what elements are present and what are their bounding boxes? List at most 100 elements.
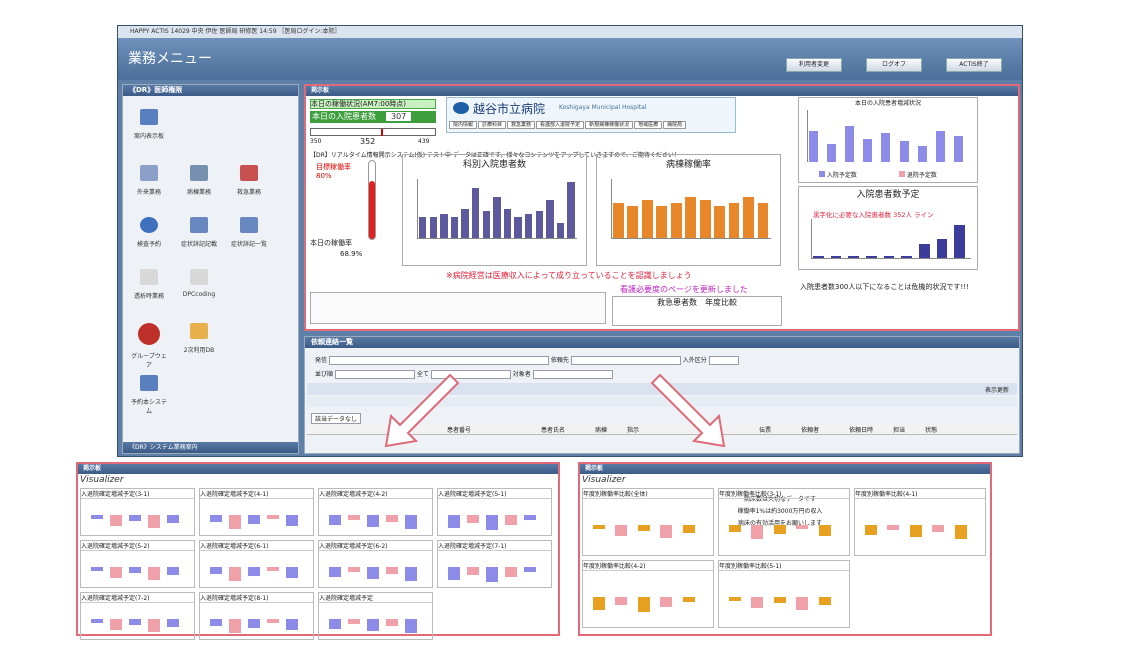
mini-bar xyxy=(486,567,498,582)
mini-chart: 入退院確定増減予定 xyxy=(318,592,433,640)
mini-bar xyxy=(448,567,460,580)
chart-bar xyxy=(899,141,909,162)
menu-item-outpatient[interactable]: 外来業務 xyxy=(129,165,169,196)
menu-item-ward[interactable]: 病棟業務 xyxy=(179,165,219,196)
inout-select[interactable] xyxy=(708,356,739,365)
mini-chart-title: 年度別稼働率比較(3-1) xyxy=(719,489,849,499)
exit-button[interactable]: ACTIS終了 xyxy=(946,58,1002,72)
no-data-tab[interactable]: 該当データなし xyxy=(311,413,362,424)
chart-bar xyxy=(450,217,459,238)
chart-bar xyxy=(881,133,891,162)
target-select[interactable] xyxy=(570,356,681,365)
pencil-list-icon xyxy=(240,217,258,233)
mini-bar xyxy=(167,515,179,523)
hospital-banner: 越谷市立病院 Koshigaya Municipal Hospital 院内情報… xyxy=(446,97,736,133)
mini-bar xyxy=(796,597,809,610)
mini-bar xyxy=(248,515,260,524)
change-user-button[interactable]: 利用者変更 xyxy=(786,58,842,72)
mini-bar xyxy=(637,525,650,531)
mini-bar xyxy=(593,597,605,610)
mini-bar xyxy=(267,619,279,623)
er-chart: 救急患者数 年度比較 xyxy=(612,296,782,326)
mini-bar xyxy=(348,619,360,624)
chart-bar xyxy=(809,130,819,162)
menu-item-emergency[interactable]: 救急業務 xyxy=(229,165,269,196)
mini-bar xyxy=(524,567,536,572)
refresh-label[interactable]: 表示更新 xyxy=(985,385,1009,394)
mini-bar xyxy=(467,515,479,523)
hospital-tab[interactable]: 地域医療 xyxy=(634,121,663,129)
document-icon xyxy=(140,269,158,285)
mini-bar xyxy=(448,515,460,528)
mini-chart: 入退院確定増減予定(5-1) xyxy=(437,488,552,536)
mini-chart-title: 年度別稼働率比較(4-2) xyxy=(583,561,713,571)
nurse-note-link[interactable]: 看護必要度のページを更新しました xyxy=(620,284,748,295)
mini-chart: 年度別稼働率比較(全体) xyxy=(582,488,714,556)
hospital-tab[interactable]: 診療科目 xyxy=(478,121,507,129)
mini-chart-title: 入退院確定増減予定(5-2) xyxy=(81,541,194,551)
app-window: HAPPY ACTIS 14029 中央 伊佐 医師局 研修医 14:59 ［医… xyxy=(117,25,1023,457)
hospital-tab[interactable]: 看護部入退院予定 xyxy=(536,121,585,129)
chart-bar xyxy=(863,138,873,162)
chart-bar xyxy=(813,256,824,258)
visualizer-right-panel: 掲示板 Visualizer 病床数は大切なデータです 稼働率1%は約3000万… xyxy=(578,462,992,636)
mini-chart: 入退院確定増減予定(4-2) xyxy=(318,488,433,536)
mini-chart-title: 入退院確定増減予定(7-2) xyxy=(81,593,194,603)
mini-bar xyxy=(593,525,605,529)
menu-item-board[interactable]: 案内表示板 xyxy=(129,109,169,140)
mini-bar xyxy=(729,597,741,601)
subject-select[interactable] xyxy=(532,370,613,379)
hospital-tab[interactable]: 院内情報 xyxy=(449,121,478,129)
menu-item-dialysis[interactable]: 透析時業務 xyxy=(129,269,169,300)
chart-bar xyxy=(757,202,769,238)
hospital-tab[interactable]: 病院局 xyxy=(663,121,687,129)
menu-item-note-list[interactable]: 症状詳記一覧 xyxy=(229,217,269,248)
target-label: 目標稼働率 80% xyxy=(316,163,351,180)
bed-icon xyxy=(190,165,208,181)
menu-item-dpc[interactable]: DPCcoding xyxy=(179,269,219,298)
mini-bar xyxy=(660,597,673,607)
mini-bar xyxy=(773,525,786,534)
list-title: 依頼連絡一覧 xyxy=(305,337,1019,348)
mini-chart-title: 入退院確定増減予定(6-1) xyxy=(200,541,313,551)
hospital-tab[interactable]: 新規病棟稼働状況 xyxy=(585,121,634,129)
chart-bar xyxy=(699,199,711,238)
mini-chart: 入退院確定増減予定(3-1) xyxy=(80,488,195,536)
menu-item-reservation[interactable]: 予約本システム xyxy=(129,375,169,415)
menu-item-note[interactable]: 症状詳記記載 xyxy=(179,217,219,248)
mini-bar xyxy=(615,525,628,536)
hospital-tab[interactable]: 救急業務 xyxy=(507,121,536,129)
mini-chart: 年度別稼働率比較(4-2) xyxy=(582,560,714,628)
filter-row-1: 発信 依頼先 入外区分 xyxy=(315,355,739,365)
menu-item-groupware[interactable]: グループウェア xyxy=(129,323,169,369)
chart-bar xyxy=(525,214,533,238)
mini-bar xyxy=(386,567,398,574)
left-menu-panel: 《DR》医師権限 案内表示板 外来業務 病棟業務 救急業務 検査予約 症状詳記記… xyxy=(122,84,299,454)
mini-chart-title: 年度別稼働率比較(5-1) xyxy=(719,561,849,571)
forecast-plot xyxy=(811,219,971,259)
mini-chart-title: 入退院確定増減予定(5-1) xyxy=(438,489,551,499)
mini-bar xyxy=(267,567,279,571)
chart-bar xyxy=(440,214,448,238)
mini-chart-title: 年度別稼働率比較(4-1) xyxy=(855,489,985,499)
mini-bar xyxy=(932,525,945,532)
mini-chart: 入退院確定増減予定(5-2) xyxy=(80,540,195,588)
board-header: 掲示板 xyxy=(306,86,1018,96)
legend-swatch xyxy=(819,171,825,177)
mini-bar xyxy=(367,567,379,579)
mini-bar xyxy=(329,619,341,629)
mini-bar xyxy=(405,567,417,581)
dept-inpatient-chart: 科別入院患者数 xyxy=(402,154,587,266)
chart-bar xyxy=(830,256,842,258)
mini-chart-title: 入退院確定増減予定(3-1) xyxy=(81,489,194,499)
logoff-button[interactable]: ログオフ xyxy=(866,58,922,72)
hospital-logo-icon xyxy=(453,102,469,114)
menu-item-db[interactable]: 2次利用DB xyxy=(179,323,219,354)
menu-item-exam[interactable]: 検査予約 xyxy=(129,217,169,248)
sender-select[interactable] xyxy=(328,356,549,365)
legend-in: 入院予定数 xyxy=(819,170,857,179)
mini-bar xyxy=(954,525,967,539)
mini-bar xyxy=(348,567,360,572)
mini-bar xyxy=(505,567,517,577)
mini-bar xyxy=(909,525,922,537)
